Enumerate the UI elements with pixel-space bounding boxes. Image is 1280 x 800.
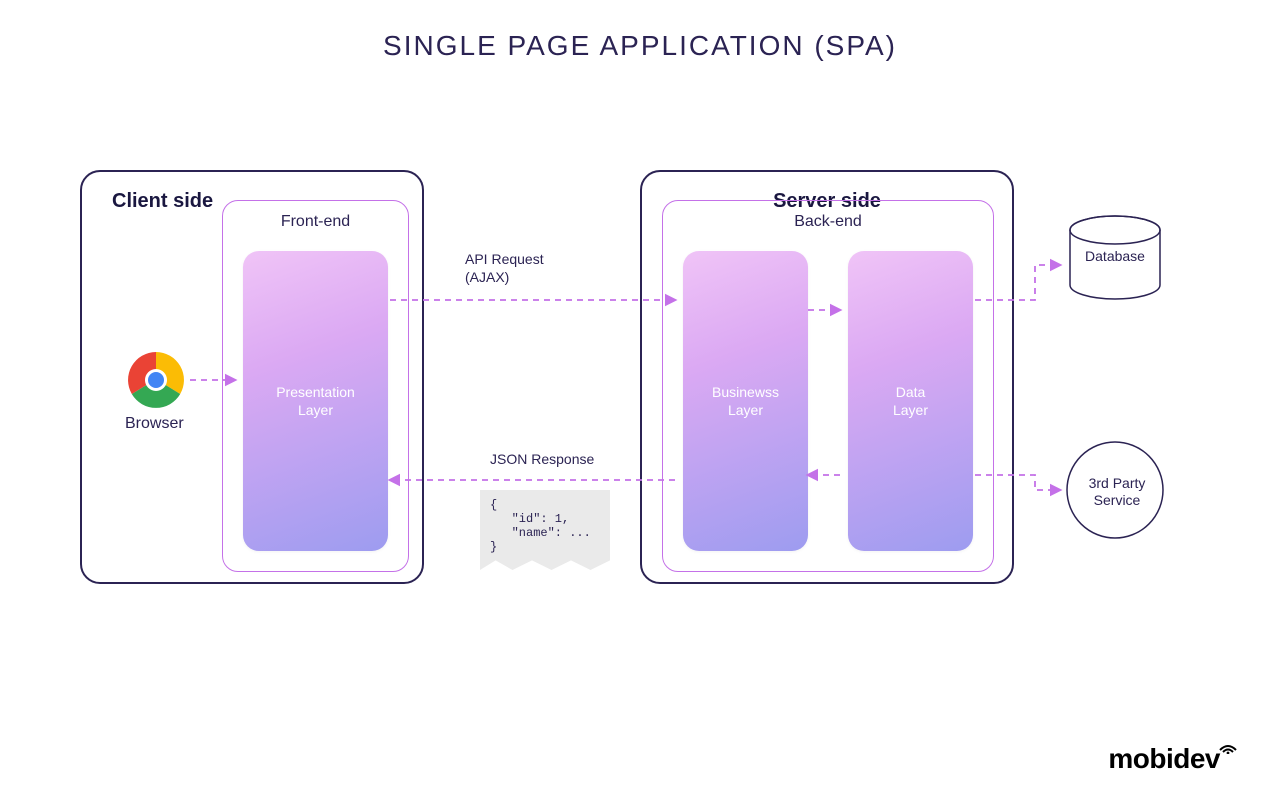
frontend-title: Front-end xyxy=(223,213,408,231)
browser-label: Browser xyxy=(125,415,184,433)
client-panel-title: Client side xyxy=(112,190,213,213)
server-panel: Server side Back-end Businewss Layer Dat… xyxy=(640,170,1014,584)
brand-logo: mobidev xyxy=(1108,743,1240,775)
wifi-icon xyxy=(1218,729,1238,761)
diagram-title: SINGLE PAGE APPLICATION (SPA) xyxy=(0,30,1280,62)
backend-title: Back-end xyxy=(663,213,993,231)
json-response-label: JSON Response xyxy=(490,450,594,468)
json-snippet-box: { "id": 1, "name": ... } xyxy=(480,490,610,570)
presentation-layer-label: Presentation Layer xyxy=(276,383,355,419)
brand-text: mobidev xyxy=(1108,743,1220,774)
backend-panel: Back-end Businewss Layer Data Layer xyxy=(662,200,994,572)
third-party-label: 3rd Party Service xyxy=(1082,475,1152,509)
database-label: Database xyxy=(1080,248,1150,265)
data-layer-box: Data Layer xyxy=(848,251,973,551)
business-layer-label: Businewss Layer xyxy=(712,383,779,419)
data-layer-label: Data Layer xyxy=(893,383,928,419)
frontend-panel: Front-end Presentation Layer xyxy=(222,200,409,572)
presentation-layer-box: Presentation Layer xyxy=(243,251,388,551)
api-request-label: API Request (AJAX) xyxy=(465,250,544,286)
client-panel: Client side Front-end Presentation Layer xyxy=(80,170,424,584)
business-layer-box: Businewss Layer xyxy=(683,251,808,551)
